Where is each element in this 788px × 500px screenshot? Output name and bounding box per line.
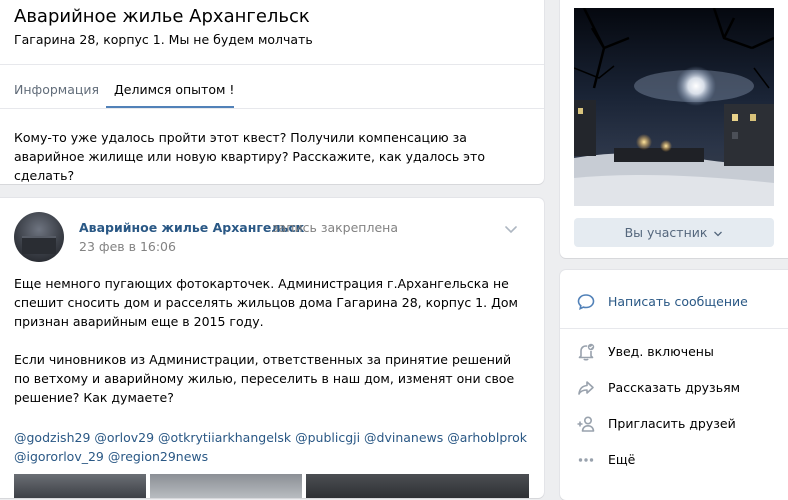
divider — [560, 328, 788, 329]
tab-share-experience[interactable]: Делимся опытом ! — [114, 82, 234, 97]
post-text: Еще немного пугающих фотокарточек. Админ… — [14, 274, 529, 426]
more-button[interactable]: Ещё — [576, 448, 786, 472]
invite-friends-button[interactable]: Пригласить друзей — [576, 412, 786, 436]
share-icon — [578, 381, 594, 395]
post-date[interactable]: 23 фев в 16:06 — [79, 239, 176, 254]
group-avatar[interactable] — [14, 212, 64, 262]
post-photo[interactable] — [306, 474, 529, 498]
group-title: Аварийное жилье Архангельск — [14, 6, 310, 27]
group-cover-card: Вы участник — [560, 0, 788, 258]
action-label: Написать сообщение — [608, 294, 748, 309]
post-author-link[interactable]: Аварийное жилье Архангельск — [79, 220, 304, 235]
group-status: Гагарина 28, корпус 1. Мы не будем молча… — [14, 32, 313, 47]
action-label: Увед. включены — [608, 344, 714, 359]
group-actions-card: Написать сообщение Увед. включены Расска… — [560, 270, 788, 500]
post-photo[interactable] — [150, 474, 302, 498]
post-photo-row — [14, 474, 529, 498]
action-label: Пригласить друзей — [608, 416, 736, 431]
add-user-icon — [577, 416, 595, 432]
tab-information[interactable]: Информация — [14, 82, 99, 97]
bell-icon — [578, 343, 595, 361]
member-status-button[interactable]: Вы участник — [574, 218, 774, 247]
divider — [0, 64, 544, 65]
share-with-friends-button[interactable]: Рассказать друзьям — [576, 376, 786, 400]
group-header-card: Аварийное жилье Архангельск Гагарина 28,… — [0, 0, 544, 184]
notifications-toggle[interactable]: Увед. включены — [576, 340, 786, 364]
post-paragraph: Если чиновников из Администрации, ответс… — [14, 352, 515, 405]
more-icon — [578, 458, 594, 462]
tab-content-text: Кому-то уже удалось пройти этот квест? П… — [14, 130, 485, 183]
chevron-down-icon — [714, 231, 723, 236]
post-hashtags[interactable]: @godzish29 @orlov29 @otkrytiiarkhangelsk… — [14, 428, 529, 466]
pinned-post: Аварийное жилье Архангельск запись закре… — [0, 198, 544, 498]
post-pinned-label: запись закреплена — [272, 220, 398, 235]
action-label: Рассказать друзьям — [608, 380, 741, 395]
divider — [0, 108, 544, 109]
group-cover-photo[interactable] — [574, 8, 774, 206]
write-message-button[interactable]: Написать сообщение — [576, 290, 786, 314]
post-photo[interactable] — [14, 474, 146, 498]
chevron-down-icon[interactable] — [504, 222, 518, 236]
message-icon — [577, 294, 595, 311]
member-button-label: Вы участник — [624, 225, 708, 240]
action-label: Ещё — [608, 452, 636, 467]
post-paragraph: Еще немного пугающих фотокарточек. Админ… — [14, 276, 518, 329]
